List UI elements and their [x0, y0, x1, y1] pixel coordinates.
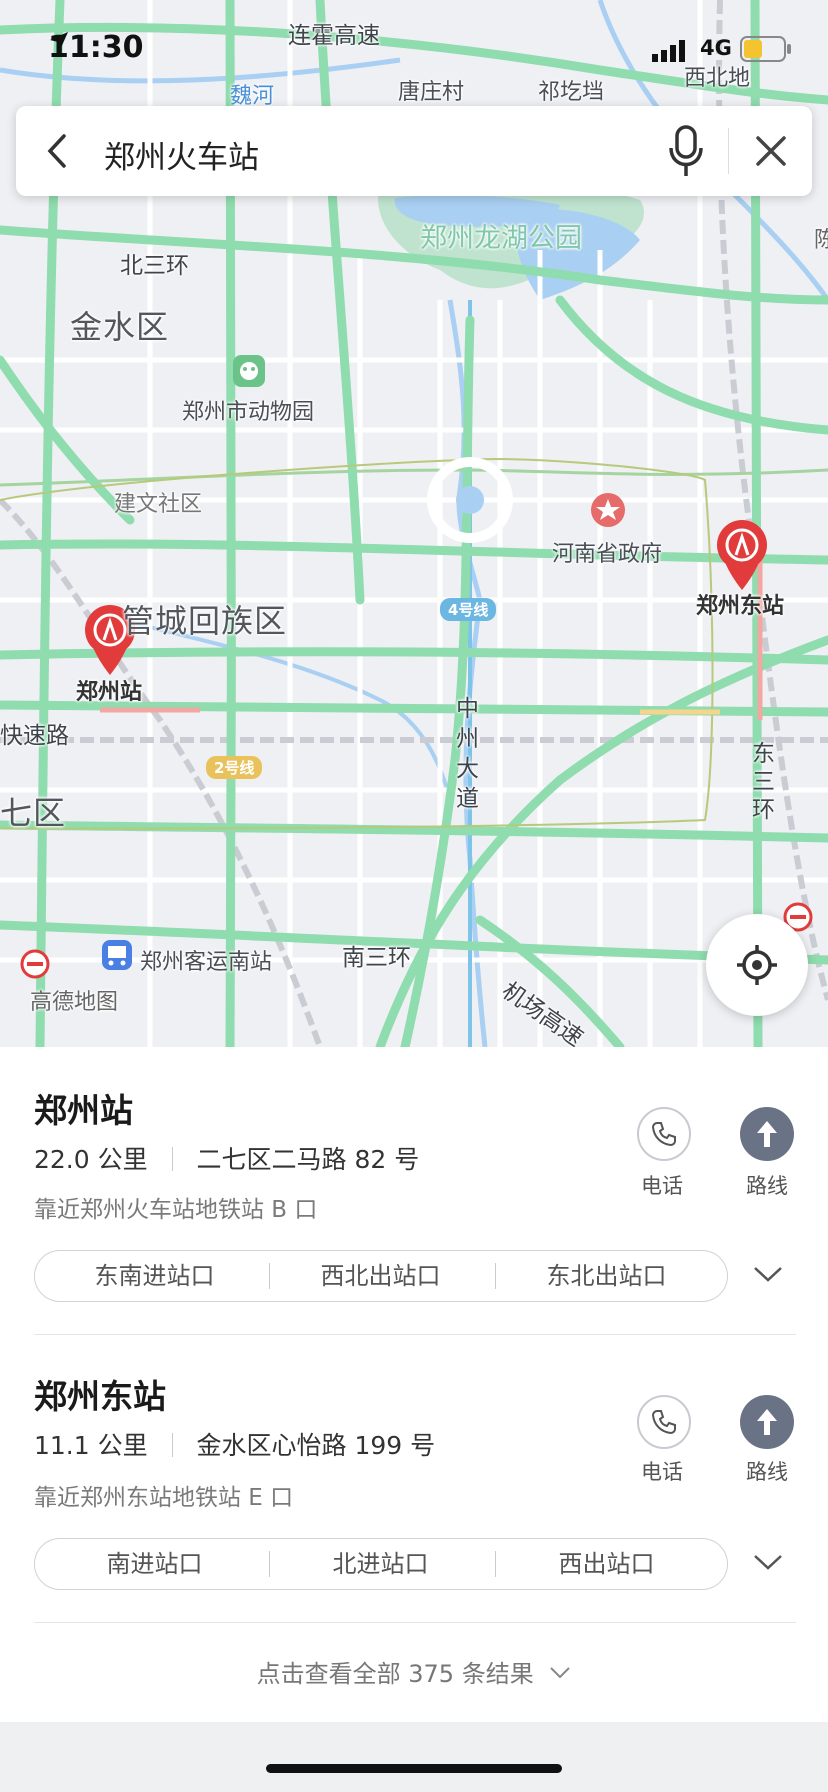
entrance-button[interactable]: 北进站口 — [268, 1539, 493, 1589]
route-arrow-icon — [757, 1121, 777, 1147]
entrance-button[interactable]: 南进站口 — [42, 1539, 267, 1589]
map-watermark: 高德地图 — [30, 990, 119, 1015]
route-label[interactable]: 路线 — [727, 1170, 807, 1200]
gov-star-icon — [591, 493, 625, 527]
phone-icon — [651, 1410, 676, 1435]
map-label: 西北地 — [684, 66, 751, 91]
metro-line-badge: 4号线 — [440, 598, 497, 621]
result-address: 金水区心怡路 199 号 — [196, 1431, 436, 1460]
result-distance-address: 11.1 公里 金水区心怡路 199 号 — [34, 1426, 435, 1462]
entrance-group: 南进站口 北进站口 西出站口 — [34, 1538, 728, 1590]
phone-button[interactable] — [637, 1395, 691, 1449]
route-label[interactable]: 路线 — [727, 1456, 807, 1486]
result-title[interactable]: 郑州东站 — [34, 1370, 166, 1418]
phone-label[interactable]: 电话 — [622, 1170, 702, 1200]
map-label: 郑州龙湖公园 — [420, 223, 582, 254]
entrance-button[interactable]: 东南进站口 — [42, 1251, 267, 1301]
locate-button[interactable] — [706, 914, 808, 1016]
map-label: 唐庄村 — [398, 80, 465, 105]
route-button[interactable] — [740, 1395, 794, 1449]
result-nearby: 靠近郑州火车站地铁站 B 口 — [34, 1197, 318, 1223]
map-label: 河南省政府 — [552, 542, 663, 567]
map-label: 南三环 — [342, 945, 411, 971]
search-input[interactable]: 郑州火车站 — [104, 132, 259, 177]
home-indicator[interactable] — [266, 1764, 562, 1773]
map-label: 郑州市动物园 — [182, 400, 315, 425]
microphone-icon[interactable] — [668, 124, 704, 178]
result-address: 二七区二马路 82 号 — [196, 1145, 420, 1174]
bus-station-icon — [102, 940, 132, 970]
map-label: 东三环 — [752, 741, 775, 823]
result-divider — [34, 1622, 796, 1623]
status-time: 11:30 — [48, 30, 144, 65]
inline-divider — [171, 1147, 173, 1171]
map-label: 郑州站 — [76, 680, 143, 705]
chevron-down-icon[interactable] — [752, 1552, 784, 1572]
entrance-button[interactable]: 西北出站口 — [268, 1251, 493, 1301]
map-label: 快速路 — [0, 723, 69, 749]
result-distance: 22.0 公里 — [34, 1145, 148, 1174]
metro-line-badge: 2号线 — [206, 756, 263, 779]
map-label: 郑州客运南站 — [140, 950, 273, 975]
phone-icon — [651, 1122, 676, 1147]
result-divider — [34, 1334, 796, 1335]
map-label: 祁圪垱 — [538, 80, 605, 105]
back-arrow-icon[interactable] — [42, 132, 72, 170]
show-all-results-link[interactable]: 点击查看全部 375 条结果 — [0, 1654, 828, 1689]
crosshair-icon — [737, 945, 777, 985]
signal-icon — [652, 40, 685, 62]
result-distance-address: 22.0 公里 二七区二马路 82 号 — [34, 1140, 419, 1176]
phone-button[interactable] — [637, 1107, 691, 1161]
result-nearby: 靠近郑州东站地铁站 E 口 — [34, 1485, 294, 1511]
result-distance: 11.1 公里 — [34, 1431, 148, 1460]
bottom-area — [0, 1722, 828, 1792]
route-arrow-icon — [757, 1409, 777, 1435]
map-label: 金水区 — [70, 308, 170, 346]
entrance-button[interactable]: 西出站口 — [494, 1539, 719, 1589]
inline-divider — [171, 1433, 173, 1457]
map-label: 中州大道 — [456, 696, 479, 812]
route-button[interactable] — [740, 1107, 794, 1161]
result-title[interactable]: 郑州站 — [34, 1084, 133, 1132]
location-arrow-icon — [50, 32, 68, 50]
map-label: 陈 — [814, 228, 828, 253]
entrance-button[interactable]: 东北出站口 — [494, 1251, 719, 1301]
map-view[interactable]: 连霍高速 魏河 唐庄村 祁圪垱 西北地 郑州龙湖公园 陈 北三环 金水区 郑州市… — [0, 0, 828, 1047]
map-label: 管城回族区 — [122, 602, 288, 640]
map-label: 郑州东站 — [696, 594, 785, 619]
chevron-down-icon — [550, 1667, 571, 1679]
map-label: 七区 — [0, 794, 67, 832]
search-divider — [728, 128, 729, 174]
network-type: 4G — [700, 36, 732, 60]
map-label: 连霍高速 — [288, 23, 380, 49]
phone-label[interactable]: 电话 — [622, 1456, 702, 1486]
chevron-down-icon[interactable] — [752, 1264, 784, 1284]
battery-icon — [740, 36, 791, 62]
close-icon[interactable] — [754, 134, 788, 168]
search-bar[interactable]: 郑州火车站 — [16, 106, 812, 196]
zoo-icon — [233, 355, 265, 387]
show-all-results-text: 点击查看全部 375 条结果 — [256, 1660, 534, 1688]
map-label: 建文社区 — [114, 492, 203, 517]
entrance-group: 东南进站口 西北出站口 东北出站口 — [34, 1250, 728, 1302]
map-label: 北三环 — [120, 253, 189, 279]
